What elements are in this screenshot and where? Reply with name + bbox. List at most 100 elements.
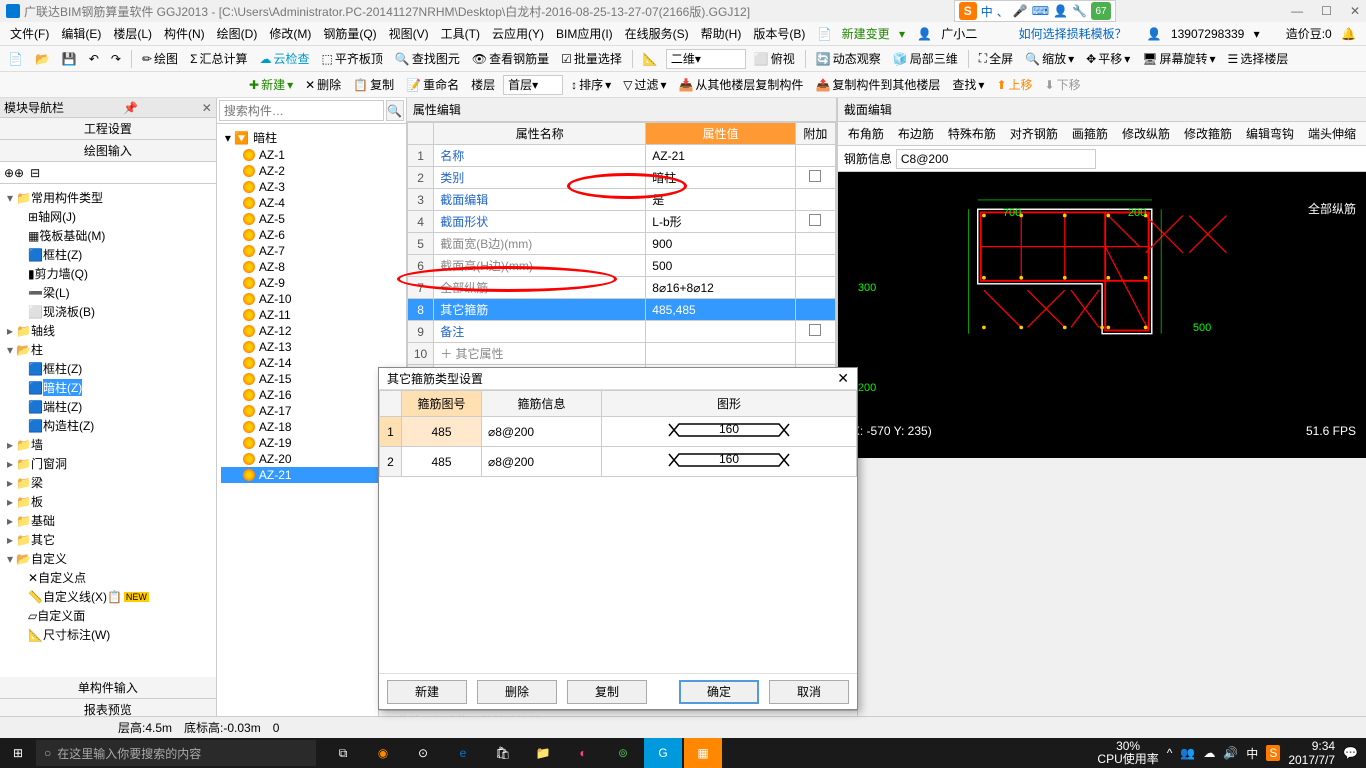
tree-slab2[interactable]: ▸📁 板 [4, 492, 212, 511]
tree-wall[interactable]: ▸📁 墙 [4, 435, 212, 454]
tb-local-3d[interactable]: 🧊 局部三维 [889, 48, 962, 69]
account-number[interactable]: 👤 13907298339 ▾ [1141, 25, 1266, 43]
tree-custom-pt[interactable]: ✕ 自定义点 [4, 568, 212, 587]
tb-rotate[interactable]: 🖥 屏幕旋转 ▾ [1138, 48, 1219, 69]
tab-expand-icon[interactable]: ⊕⊕ [4, 166, 24, 180]
tb2-rename[interactable]: 📝 重命名 [402, 74, 463, 95]
az-item[interactable]: AZ-9 [221, 275, 402, 291]
az-item[interactable]: AZ-2 [221, 163, 402, 179]
tree-custom-line[interactable]: 📏 自定义线(X)📋NEW [4, 587, 212, 606]
tree-common[interactable]: ▾📁 常用构件类型 [4, 188, 212, 207]
user-name[interactable]: 👤 广小二 [911, 23, 989, 44]
section-tab[interactable]: 布边筋 [892, 123, 940, 144]
az-item[interactable]: AZ-6 [221, 227, 402, 243]
tree-slab[interactable]: ⬜ 现浇板(B) [4, 302, 212, 321]
az-item[interactable]: AZ-17 [221, 403, 402, 419]
ime-logo-icon[interactable]: S [959, 2, 977, 20]
tray-cpu[interactable]: 30% CPU使用率 [1097, 740, 1158, 766]
menu-component[interactable]: 构件(N) [158, 23, 211, 44]
tree-frame-col[interactable]: 🟦 框柱(Z) [4, 245, 212, 264]
property-row[interactable]: 9备注 [407, 321, 835, 343]
tb2-copy-to[interactable]: 📤 复制构件到其他楼层 [811, 74, 944, 95]
task-ggj-icon[interactable]: G [644, 738, 682, 768]
menu-rebar[interactable]: 钢筋量(Q) [317, 23, 382, 44]
menu-online[interactable]: 在线服务(S) [619, 23, 695, 44]
tree-col-struct[interactable]: 🟦 构造柱(Z) [4, 416, 212, 435]
maximize-button[interactable]: ☐ [1321, 4, 1332, 18]
tree-custom-face[interactable]: ▱ 自定义面 [4, 606, 212, 625]
tb-new-icon[interactable]: 📄 [4, 50, 27, 68]
tree-axis-grid[interactable]: ⊞ 轴网(J) [4, 207, 212, 226]
property-row[interactable]: 5截面宽(B边)(mm)900 [407, 233, 835, 255]
dlg-new-button[interactable]: 新建 [387, 680, 467, 704]
section-tab[interactable]: 编辑弯钩 [1240, 123, 1300, 144]
az-item[interactable]: AZ-13 [221, 339, 402, 355]
tb-bird-view[interactable]: ⬜ 俯视 [750, 48, 799, 69]
tray-ime-s[interactable]: S [1266, 745, 1280, 761]
az-item[interactable]: AZ-10 [221, 291, 402, 307]
menu-file[interactable]: 文件(F) [4, 23, 55, 44]
az-item[interactable]: AZ-12 [221, 323, 402, 339]
tree-col-end[interactable]: 🟦 端柱(Z) [4, 397, 212, 416]
tab-collapse-icon[interactable]: ⊟ [30, 166, 40, 180]
tree-other[interactable]: ▸📁 其它 [4, 530, 212, 549]
tb-find-graph[interactable]: 🔍 查找图元 [391, 48, 464, 69]
tb-view-rebar[interactable]: 👁 查看钢筋量 [468, 48, 553, 69]
menu-help[interactable]: 帮助(H) [695, 23, 748, 44]
tb2-find[interactable]: 查找 ▾ [948, 74, 988, 95]
property-row[interactable]: 8其它箍筋485,485 [407, 299, 835, 321]
menu-edit[interactable]: 编辑(E) [55, 23, 107, 44]
tree-axis[interactable]: ▸📁 轴线 [4, 321, 212, 340]
ime-badge[interactable]: 67 [1091, 2, 1111, 20]
property-row[interactable]: 7全部纵筋8⌀16+8⌀12 [407, 277, 835, 299]
tb-dyn-view[interactable]: 🔄 动态观察 [812, 48, 885, 69]
tree-col-dark[interactable]: 🟦 暗柱(Z) [4, 378, 212, 397]
dlg-copy-button[interactable]: 复制 [567, 680, 647, 704]
tb2-floor-select[interactable]: 首层 ▾ [503, 75, 563, 95]
menu-bim[interactable]: BIM应用(I) [550, 23, 619, 44]
tray-notification-icon[interactable]: 💬 [1343, 746, 1358, 760]
search-input[interactable] [219, 100, 384, 121]
tb2-sort[interactable]: ↕ 排序 ▾ [567, 74, 615, 95]
tree-base[interactable]: ▸📁 基础 [4, 511, 212, 530]
tb-fullscreen[interactable]: ⛶ 全屏 [975, 48, 1017, 69]
property-row[interactable]: 6截面高(H边)(mm)500 [407, 255, 835, 277]
tree-col[interactable]: ▾📂 柱 [4, 340, 212, 359]
az-item[interactable]: AZ-8 [221, 259, 402, 275]
az-item[interactable]: AZ-16 [221, 387, 402, 403]
az-item[interactable]: AZ-18 [221, 419, 402, 435]
start-button[interactable]: ⊞ [0, 738, 36, 768]
ime-punct-icon[interactable]: 、 [997, 3, 1009, 20]
tb-undo-icon[interactable]: ↶ [85, 50, 103, 68]
tb2-filter[interactable]: ▽ 过滤 ▾ [619, 74, 670, 95]
nav-sub-draw[interactable]: 绘图输入 [0, 140, 216, 162]
ime-person-icon[interactable]: 👤 [1053, 4, 1068, 18]
tray-people-icon[interactable]: 👥 [1180, 746, 1195, 760]
menu-cloud[interactable]: 云应用(Y) [486, 23, 550, 44]
taskbar-search[interactable]: ○ 在这里输入你要搜索的内容 [36, 740, 316, 766]
checkbox[interactable] [809, 170, 821, 182]
section-tab[interactable]: 修改纵筋 [1116, 123, 1176, 144]
task-explorer-icon[interactable]: 📁 [524, 738, 562, 768]
menu-tool[interactable]: 工具(T) [435, 23, 486, 44]
tb2-new[interactable]: ✚ 新建 ▾ [245, 74, 297, 95]
section-tab[interactable]: 端头伸缩 [1302, 123, 1362, 144]
section-canvas[interactable]: 700 200 300 200 500 全部纵筋 8C16+8 (X: -570… [838, 172, 1366, 458]
tree-beam[interactable]: ➖ 梁(L) [4, 283, 212, 302]
az-item[interactable]: AZ-1 [221, 147, 402, 163]
tree-door[interactable]: ▸📁 门窗洞 [4, 454, 212, 473]
az-item[interactable]: AZ-15 [221, 371, 402, 387]
tb2-copy-from[interactable]: 📥 从其他楼层复制构件 [674, 74, 807, 95]
nav-pin-icon[interactable]: 📌 [123, 101, 138, 115]
section-tab[interactable]: 对齐钢筋 [1004, 123, 1064, 144]
dlg-ok-button[interactable]: 确定 [679, 680, 759, 704]
nav-bottom-single[interactable]: 单构件输入 [0, 677, 216, 699]
section-tab[interactable]: 画箍筋 [1066, 123, 1114, 144]
menu-version[interactable]: 版本号(B) [747, 23, 811, 44]
property-row[interactable]: 1名称AZ-21 [407, 145, 835, 167]
tray-clock[interactable]: 9:34 2017/7/7 [1288, 739, 1335, 768]
consume-template-link[interactable]: 如何选择损耗模板？ [1013, 23, 1133, 44]
property-row[interactable]: 3截面编辑是 [407, 189, 835, 211]
tb2-copy[interactable]: 📋 复制 [349, 74, 398, 95]
task-360-icon[interactable]: ⊚ [604, 738, 642, 768]
